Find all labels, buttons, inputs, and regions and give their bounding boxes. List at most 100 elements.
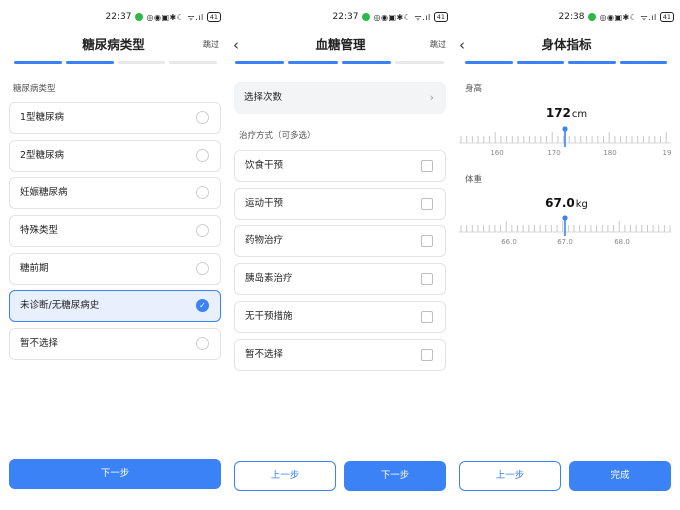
treatment-label: 饮食干预: [245, 160, 284, 171]
battery-icon: 41: [433, 12, 448, 22]
progress-segment: [117, 61, 166, 64]
option-type1[interactable]: 1型糖尿病: [9, 102, 221, 134]
weight-ruler[interactable]: 66.0 67.0 68.0: [459, 214, 671, 246]
height-label: 身高: [465, 84, 483, 94]
progress-segment: [619, 61, 667, 64]
nav-bar: 糖尿病类型 跳过: [0, 34, 227, 56]
section-label: 糖尿病类型: [13, 84, 56, 94]
radio-checked-icon[interactable]: ✓: [196, 299, 209, 312]
screen-glucose-management: 22:37 ◎◉▣✱☾ ᯤ.ıl 41 ‹ 血糖管理 跳过 选择次数 › 治疗方…: [227, 0, 454, 510]
checkbox[interactable]: [421, 160, 433, 172]
weight-ruler-tick-label: 67.0: [557, 238, 573, 246]
treatment-label: 胰岛素治疗: [245, 273, 293, 284]
progress-segment: [288, 61, 338, 64]
skip-button[interactable]: 跳过: [203, 34, 219, 56]
treatment-exercise[interactable]: 运动干预: [234, 188, 446, 220]
section-label: 治疗方式（可多选）: [239, 131, 316, 141]
radio-icon[interactable]: [196, 224, 209, 237]
screen-body-metrics: 22:38 ◎◉▣✱☾ ᯤ.ıl 41 ‹ 身体指标 身高 172cm 160 1…: [453, 0, 680, 510]
prev-button[interactable]: 上一步: [234, 461, 336, 491]
status-bar: 22:37 ◎◉▣✱☾ ᯤ.ıl 41: [227, 10, 448, 24]
radio-icon[interactable]: [196, 337, 209, 350]
option-prediabetes[interactable]: 糖前期: [9, 253, 221, 285]
treatment-medication[interactable]: 药物治疗: [234, 225, 446, 257]
treatment-insulin[interactable]: 胰岛素治疗: [234, 263, 446, 295]
height-unit: cm: [571, 109, 588, 120]
radio-icon[interactable]: [196, 186, 209, 199]
height-ruler-tick-label: 180: [603, 149, 616, 157]
page-title: 糖尿病类型: [82, 37, 145, 52]
progress-segment: [516, 61, 564, 64]
option-label: 1型糖尿病: [20, 112, 65, 123]
status-time: 22:37: [105, 12, 132, 22]
status-icons: ◎◉▣✱☾ ᯤ.ıl: [373, 12, 431, 22]
option-skip-select[interactable]: 暂不选择: [9, 328, 221, 360]
status-bar: 22:38 ◎◉▣✱☾ ᯤ.ıl 41: [453, 10, 674, 24]
checkbox[interactable]: [421, 349, 433, 361]
option-label: 暂不选择: [20, 338, 59, 349]
option-special[interactable]: 特殊类型: [9, 215, 221, 247]
checkbox[interactable]: [421, 235, 433, 247]
step-progress: [235, 61, 444, 65]
option-label: 特殊类型: [20, 225, 59, 236]
option-gestational[interactable]: 妊娠糖尿病: [9, 177, 221, 209]
frequency-select-label: 选择次数: [244, 92, 283, 103]
weight-unit: kg: [575, 199, 588, 210]
page-title: 血糖管理: [315, 37, 366, 52]
next-button[interactable]: 下一步: [9, 459, 221, 489]
height-value: 172: [545, 106, 571, 120]
status-time: 22:38: [558, 12, 585, 22]
chevron-right-icon: ›: [429, 91, 434, 104]
height-ruler-tick-label: 19: [663, 149, 671, 157]
weight-ruler-tick-label: 68.0: [614, 238, 630, 246]
nav-bar: ‹ 身体指标: [453, 34, 680, 56]
option-undiagnosed[interactable]: 未诊断/无糖尿病史 ✓: [9, 290, 221, 322]
nav-bar: ‹ 血糖管理 跳过: [227, 34, 454, 56]
skip-button[interactable]: 跳过: [430, 34, 446, 56]
finish-button[interactable]: 完成: [569, 461, 671, 491]
wechat-icon: [362, 13, 371, 21]
treatment-label: 药物治疗: [245, 235, 284, 246]
battery-icon: 41: [206, 12, 221, 22]
progress-segment: [568, 61, 616, 64]
progress-segment: [465, 61, 513, 64]
radio-icon[interactable]: [196, 149, 209, 162]
next-button[interactable]: 下一步: [344, 461, 446, 491]
option-label: 糖前期: [20, 263, 49, 274]
progress-segment: [65, 61, 114, 64]
radio-icon[interactable]: [196, 262, 209, 275]
height-ruler[interactable]: 160 170 180 19: [459, 125, 671, 157]
frequency-select[interactable]: 选择次数 ›: [234, 82, 446, 114]
wechat-icon: [588, 13, 597, 21]
treatment-diet[interactable]: 饮食干预: [234, 150, 446, 182]
weight-label: 体重: [465, 175, 483, 185]
status-time: 22:37: [332, 12, 359, 22]
treatment-label: 运动干预: [245, 198, 284, 209]
prev-button[interactable]: 上一步: [459, 461, 561, 491]
checkbox[interactable]: [421, 198, 433, 210]
progress-segment: [14, 61, 62, 64]
ruler-marker-knob-icon: [562, 215, 568, 221]
status-icons: ◎◉▣✱☾ ᯤ.ıl: [599, 12, 657, 22]
progress-segment: [169, 61, 217, 64]
step-progress: [14, 61, 217, 65]
screen-diabetes-type: 22:37 ◎◉▣✱☾ ᯤ.ıl 41 糖尿病类型 跳过 糖尿病类型 1型糖尿病…: [0, 0, 227, 510]
height-ruler-tick-label: 160: [490, 149, 503, 157]
radio-icon[interactable]: [196, 111, 209, 124]
battery-icon: 41: [659, 12, 674, 22]
wechat-icon: [135, 13, 144, 21]
weight-value: 67.0: [545, 196, 575, 210]
treatment-label: 暂不选择: [245, 349, 284, 360]
checkbox[interactable]: [421, 311, 433, 323]
treatment-label: 无干预措施: [245, 311, 293, 322]
option-label: 未诊断/无糖尿病史: [20, 300, 100, 311]
progress-segment: [235, 61, 285, 64]
option-label: 妊娠糖尿病: [20, 187, 68, 198]
page-title: 身体指标: [541, 37, 592, 52]
status-bar: 22:37 ◎◉▣✱☾ ᯤ.ıl 41: [0, 10, 221, 24]
option-type2[interactable]: 2型糖尿病: [9, 140, 221, 172]
treatment-skip[interactable]: 暂不选择: [234, 339, 446, 371]
treatment-none[interactable]: 无干预措施: [234, 301, 446, 333]
checkbox[interactable]: [421, 273, 433, 285]
height-ruler-tick-label: 170: [547, 149, 560, 157]
